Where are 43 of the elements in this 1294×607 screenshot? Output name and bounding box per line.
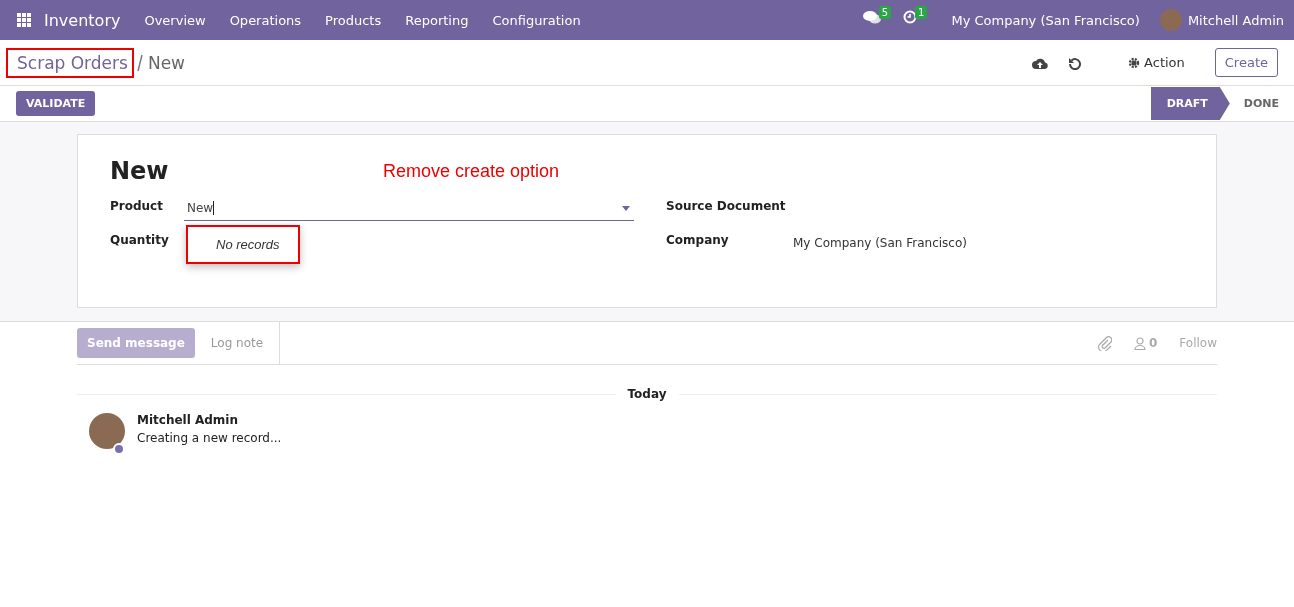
field-label: Quantity bbox=[110, 233, 170, 247]
menu-item[interactable]: Configuration bbox=[480, 12, 593, 28]
company-switcher[interactable]: My Company (San Francisco) bbox=[939, 12, 1152, 28]
paperclip-icon[interactable] bbox=[1098, 335, 1112, 351]
validate-button[interactable]: VALIDATE bbox=[16, 91, 96, 116]
field-label: Company bbox=[666, 233, 730, 247]
user-avatar bbox=[1159, 9, 1182, 31]
count-badge: 1 bbox=[915, 6, 928, 19]
field-value: My Company (San Francisco) bbox=[793, 235, 967, 250]
annotation-text: Remove create option bbox=[383, 160, 560, 182]
action-button[interactable]: Action bbox=[1128, 55, 1185, 70]
message-author: Mitchell Admin bbox=[137, 413, 240, 427]
log-note-button[interactable]: Log note bbox=[194, 322, 281, 364]
status-stage[interactable]: DRAFT bbox=[1150, 87, 1230, 120]
menu-item[interactable]: Operations bbox=[217, 12, 314, 28]
field-label: Source Document bbox=[666, 199, 787, 213]
breadcrumb-current: New bbox=[147, 52, 185, 73]
apps-grid-icon[interactable] bbox=[17, 13, 31, 27]
create-button[interactable]: Create bbox=[1214, 48, 1278, 77]
menu-item[interactable]: Products bbox=[313, 12, 394, 28]
menu-item[interactable]: Overview bbox=[132, 12, 218, 28]
cloud-upload-icon[interactable] bbox=[1032, 56, 1049, 69]
user-menu[interactable]: Mitchell Admin bbox=[1181, 12, 1284, 28]
record-title: New bbox=[110, 157, 170, 185]
clock-icon[interactable] bbox=[903, 10, 918, 24]
empty-results-text: No records bbox=[216, 237, 280, 252]
date-separator: Today bbox=[626, 387, 668, 401]
field-label: Product bbox=[110, 199, 164, 213]
person-icon bbox=[1134, 336, 1146, 350]
product-input[interactable]: New bbox=[184, 199, 634, 221]
caret-icon bbox=[622, 205, 630, 211]
chat-icon[interactable] bbox=[862, 10, 881, 24]
app-name[interactable]: Inventory bbox=[44, 10, 121, 30]
slash-separator-icon bbox=[135, 53, 144, 72]
count-badge: 5 bbox=[878, 6, 892, 19]
breadcrumb-link[interactable]: Scrap Orders bbox=[6, 47, 134, 78]
undo-icon[interactable] bbox=[1068, 55, 1083, 70]
message-body: Creating a new record... bbox=[137, 431, 282, 445]
menu-item[interactable]: Reporting bbox=[393, 12, 481, 28]
online-status-dot bbox=[113, 443, 125, 455]
gear-icon bbox=[1128, 56, 1141, 69]
status-stage[interactable]: DONE bbox=[1229, 87, 1294, 120]
author-avatar bbox=[89, 413, 125, 449]
